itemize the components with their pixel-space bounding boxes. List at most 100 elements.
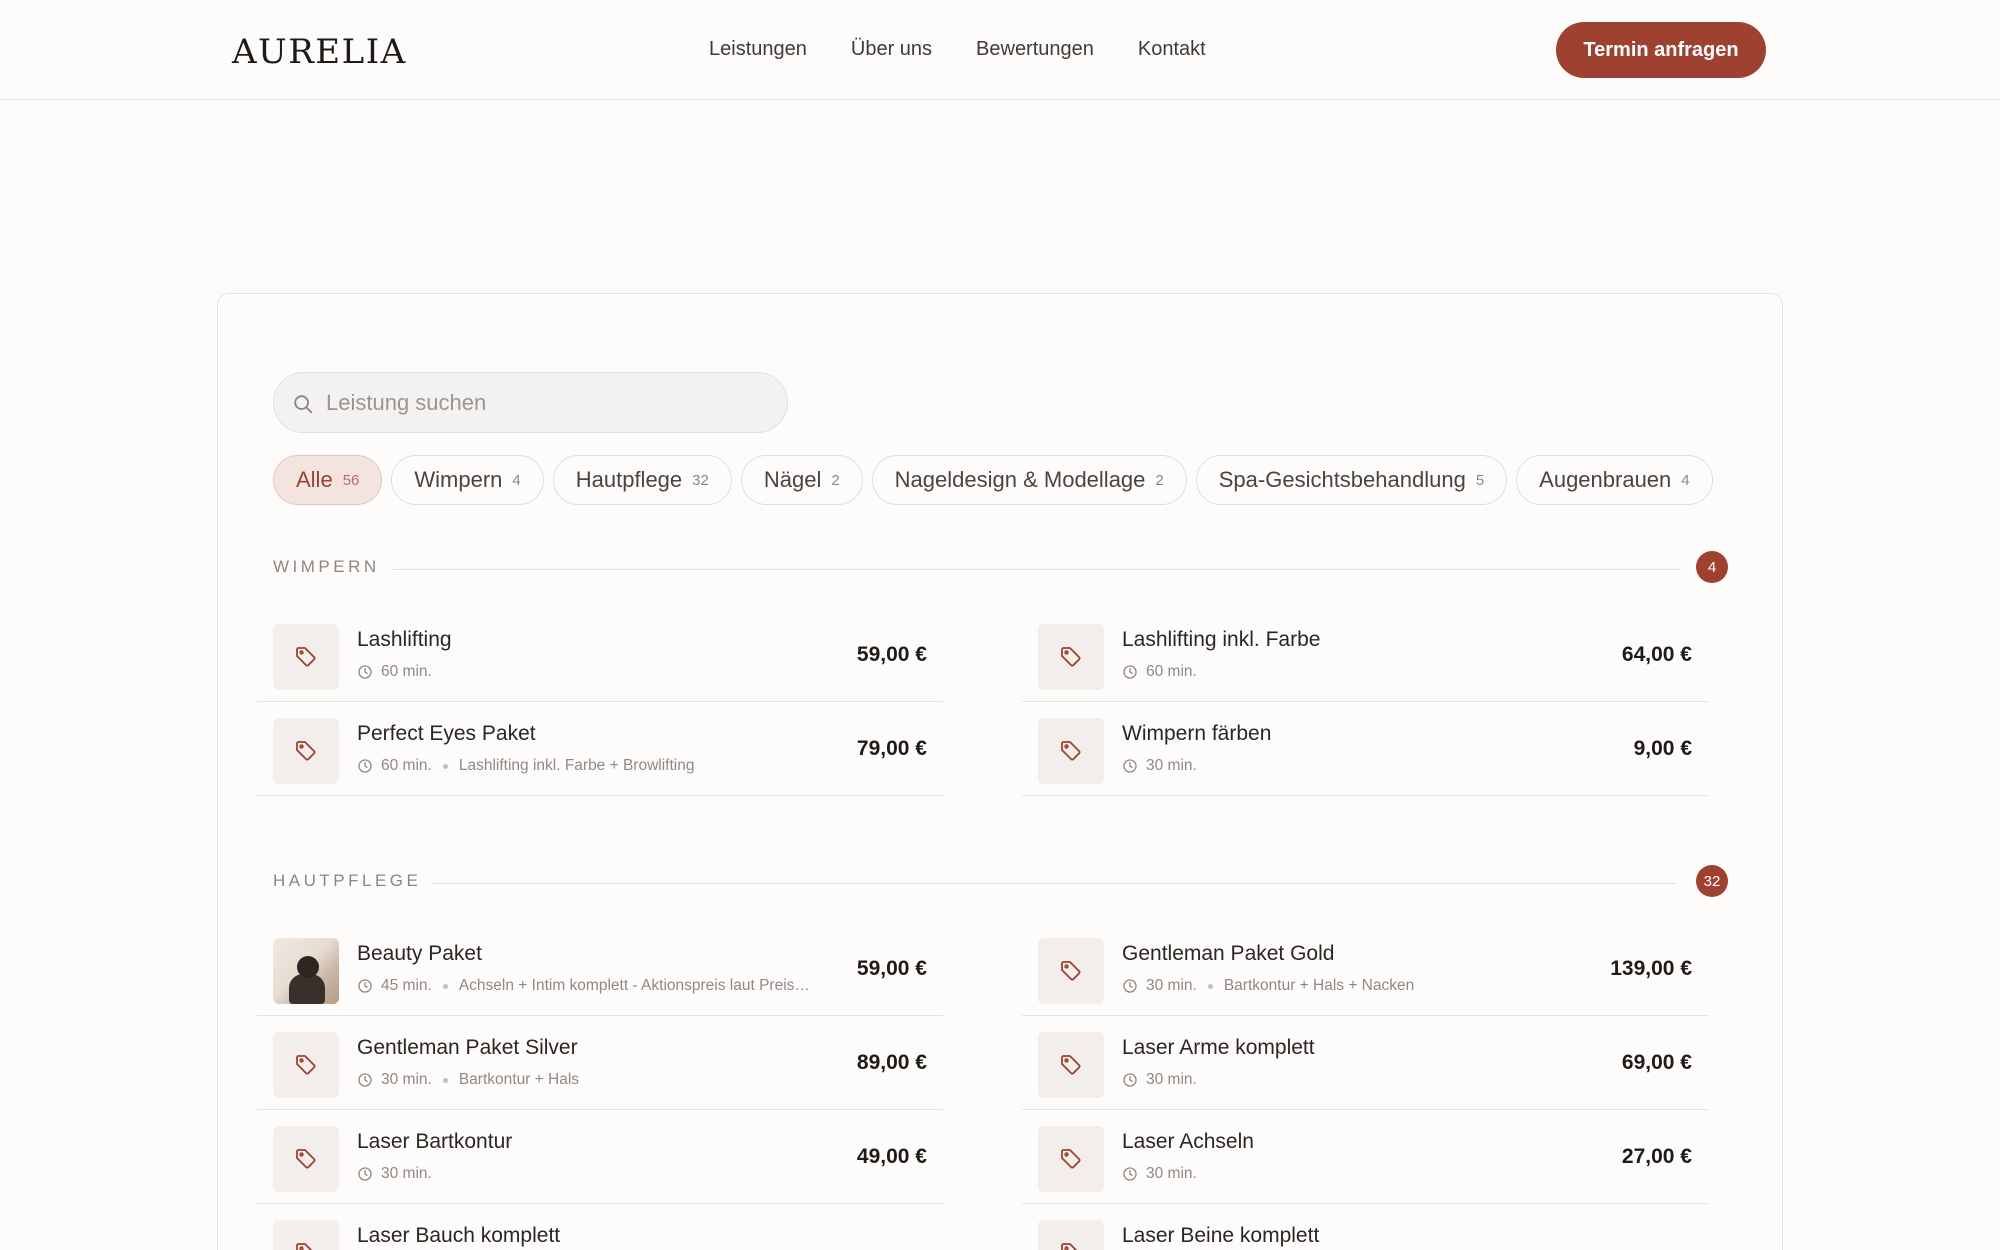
filter-chip-spa-gesichtsbehandlung[interactable]: Spa-Gesichtsbehandlung 5	[1195, 455, 1508, 505]
service-price: 49,00 €	[856, 1145, 927, 1168]
nav-link-bewertungen[interactable]: Bewertungen	[976, 38, 1094, 61]
service-name: Laser Arme komplett	[1122, 1036, 1315, 1059]
service-price: 139,00 €	[1610, 957, 1692, 980]
service-duration: 30 min.	[381, 1071, 432, 1088]
service-thumb	[273, 718, 339, 784]
service-meta: 30 min.	[1122, 1164, 1197, 1184]
filter-chip-count: 2	[1155, 471, 1164, 489]
section-divider	[431, 883, 1676, 884]
service-meta: 60 min. Lashlifting inkl. Farbe + Browlif…	[357, 756, 694, 776]
filter-chip-label: Nägel	[763, 467, 822, 492]
service-thumb	[273, 1032, 339, 1098]
service-duration: 30 min.	[1146, 757, 1197, 774]
service-row-lashlifting-inkl-farbe[interactable]: Lashlifting inkl. Farbe 60 min. 64,00 €	[1022, 612, 1708, 702]
service-row-gentleman-paket-silver[interactable]: Gentleman Paket Silver 30 min. Bartkontur …	[257, 1020, 943, 1110]
service-name: Laser Bartkontur	[357, 1130, 513, 1153]
service-price: 64,00 €	[1621, 643, 1692, 666]
service-thumb	[1038, 938, 1104, 1004]
clock-icon	[1123, 979, 1137, 993]
meta-separator-dot	[442, 763, 448, 769]
service-price: 9,00 €	[1633, 737, 1692, 760]
nav-link-leistungen[interactable]: Leistungen	[709, 38, 807, 61]
main-nav: Leistungen Über uns Bewertungen Kontakt	[709, 38, 1206, 61]
filter-chip-naegel[interactable]: Nägel 2	[740, 455, 863, 505]
service-price: 59,00 €	[856, 957, 927, 980]
service-meta: 30 min. Bartkontur + Hals + Nacken	[1122, 976, 1414, 996]
service-meta: 30 min. Bartkontur + Hals	[357, 1070, 579, 1090]
service-name: Laser Beine komplett	[1122, 1224, 1320, 1247]
clock-icon	[1123, 1073, 1137, 1087]
section-header-wimpern: WIMPERN 4	[273, 551, 1728, 587]
service-description: Lashlifting inkl. Farbe + Browlifting	[458, 757, 695, 774]
service-thumb	[1038, 718, 1104, 784]
tag-icon	[1061, 647, 1081, 667]
service-duration: 60 min.	[381, 663, 432, 680]
service-description: Bartkontur + Hals + Nacken	[1223, 977, 1415, 994]
section-divider	[393, 569, 1680, 570]
service-search[interactable]	[273, 372, 788, 433]
service-duration: 30 min.	[1146, 1071, 1197, 1088]
service-row-beauty-paket[interactable]: Beauty Paket 45 min. Achseln + Intim kompl…	[257, 926, 943, 1016]
service-duration: 45 min.	[381, 977, 432, 994]
service-duration: 30 min.	[1146, 1165, 1197, 1182]
tag-icon	[1061, 1055, 1081, 1075]
clock-icon	[358, 1167, 372, 1181]
nav-link-ueber-uns[interactable]: Über uns	[851, 38, 932, 61]
clock-icon	[1123, 665, 1137, 679]
filter-chip-alle[interactable]: Alle 56	[273, 455, 383, 505]
tag-icon	[1061, 1243, 1078, 1250]
service-name: Lashlifting inkl. Farbe	[1122, 628, 1321, 651]
section-count-badge: 32	[1696, 865, 1728, 897]
section-title: WIMPERN	[273, 557, 380, 576]
filter-chip-augenbrauen[interactable]: Augenbrauen 4	[1516, 455, 1713, 505]
filter-chip-label: Hautpflege	[575, 467, 683, 492]
service-row-laser-achseln[interactable]: Laser Achseln 30 min. 27,00 €	[1022, 1114, 1708, 1204]
section-header-hautpflege: HAUTPFLEGE 32	[273, 865, 1728, 901]
photo-person-head	[297, 956, 319, 978]
nav-link-kontakt[interactable]: Kontakt	[1138, 38, 1206, 61]
search-icon	[294, 395, 313, 414]
service-duration: 60 min.	[381, 757, 432, 774]
service-thumb	[273, 1220, 339, 1250]
service-duration: 30 min.	[381, 1165, 432, 1182]
service-price: 79,00 €	[856, 737, 927, 760]
filter-chip-hautpflege[interactable]: Hautpflege 32	[552, 455, 732, 505]
service-name: Laser Bauch komplett	[357, 1224, 561, 1247]
tag-icon	[1061, 1149, 1081, 1169]
termin-anfragen-button[interactable]: Termin anfragen	[1556, 22, 1766, 78]
service-meta: 45 min. Achseln + Intim komplett - Aktion…	[357, 976, 810, 996]
service-row-gentleman-paket-gold[interactable]: Gentleman Paket Gold 30 min. Bartkontur + …	[1022, 926, 1708, 1016]
site-header: AURELIA Leistungen Über uns Bewertungen …	[0, 0, 2000, 100]
service-row-perfect-eyes-paket[interactable]: Perfect Eyes Paket 60 min. Lashlifting ink…	[257, 706, 943, 796]
service-row-laser-beine-komplett[interactable]: Laser Beine komplett	[1022, 1208, 1708, 1250]
service-row-laser-bauch-komplett[interactable]: Laser Bauch komplett	[257, 1208, 943, 1250]
service-thumb	[1038, 1220, 1104, 1250]
clock-icon	[358, 1073, 372, 1087]
service-row-wimpern-faerben[interactable]: Wimpern färben 30 min. 9,00 €	[1022, 706, 1708, 796]
filter-chip-count: 2	[831, 471, 840, 489]
service-row-laser-arme-komplett[interactable]: Laser Arme komplett 30 min. 69,00 €	[1022, 1020, 1708, 1110]
category-filter-bar: Alle 56 Wimpern 4 Hautpflege 32 Nägel 2 Nageldes…	[273, 455, 1733, 507]
filter-chip-label: Augenbrauen	[1539, 467, 1672, 492]
meta-separator-dot	[442, 1077, 448, 1083]
tag-icon	[1061, 961, 1081, 981]
tag-icon	[1061, 741, 1081, 761]
clock-icon	[1123, 1167, 1137, 1181]
tag-icon	[296, 1243, 313, 1250]
service-row-laser-bartkontur[interactable]: Laser Bartkontur 30 min. 49,00 €	[257, 1114, 943, 1204]
brand-logo[interactable]: AURELIA	[232, 32, 407, 72]
filter-chip-nageldesign-und-modellage[interactable]: Nageldesign & Modellage 2	[871, 455, 1187, 505]
service-photo	[273, 938, 339, 1004]
service-duration: 60 min.	[1146, 663, 1197, 680]
service-row-lashlifting[interactable]: Lashlifting 60 min. 59,00 €	[257, 612, 943, 702]
search-input[interactable]	[326, 373, 766, 432]
service-name: Beauty Paket	[357, 942, 482, 965]
filter-chip-label: Spa-Gesichtsbehandlung	[1218, 467, 1466, 492]
service-description: Achseln + Intim komplett - Aktionspreis …	[458, 977, 810, 994]
service-meta: 60 min.	[1122, 662, 1197, 682]
service-name: Laser Achseln	[1122, 1130, 1254, 1153]
filter-chip-count: 5	[1475, 471, 1485, 489]
filter-chip-wimpern[interactable]: Wimpern 4	[391, 455, 544, 505]
service-meta: 30 min.	[357, 1164, 432, 1184]
clock-icon	[358, 759, 372, 773]
